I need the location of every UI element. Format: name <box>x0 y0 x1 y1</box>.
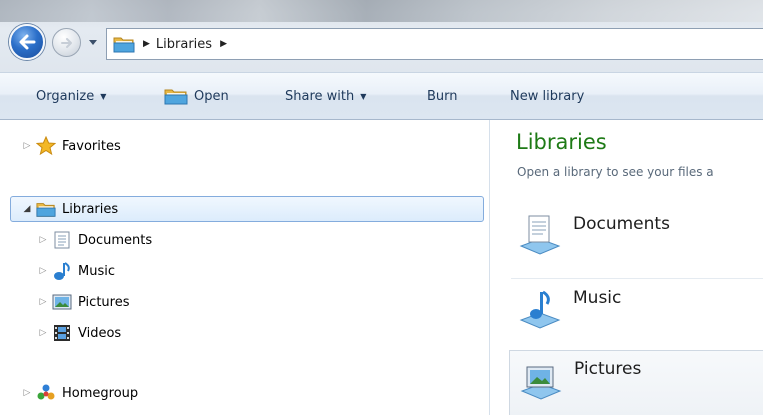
page-subtitle: Open a library to see your files a <box>517 165 714 179</box>
back-arrow-icon <box>19 34 36 50</box>
expand-arrow-icon[interactable]: ▷ <box>38 328 48 338</box>
breadcrumb-separator-icon[interactable]: ▶ <box>220 39 227 49</box>
library-label-documents: Documents <box>573 214 670 234</box>
command-bar: Organize ▼ Open Share with ▼ Burn New li… <box>0 72 763 120</box>
libraries-folder-icon <box>164 89 188 105</box>
tree-label-pictures: Pictures <box>78 294 130 310</box>
tree-item-videos[interactable]: ▷ Videos <box>38 322 121 344</box>
divider <box>511 278 763 279</box>
address-bar-region: ▶ Libraries ▶ <box>0 0 763 72</box>
library-tile-documents[interactable]: Documents <box>509 206 763 274</box>
library-tile-music[interactable]: Music <box>509 280 763 348</box>
open-button[interactable]: Open <box>164 73 229 119</box>
expand-arrow-icon[interactable]: ▷ <box>22 141 32 151</box>
tree-item-homegroup[interactable]: ▷ Homegroup <box>22 382 138 404</box>
navigation-pane: ▷ Favorites ◢ Libraries ▷ Documents ▷ Mu… <box>0 120 490 415</box>
breadcrumb-separator-icon[interactable]: ▶ <box>143 39 150 49</box>
chevron-down-icon <box>89 40 97 45</box>
share-with-label: Share with <box>285 88 355 104</box>
music-library-icon <box>519 286 561 330</box>
tree-label-favorites: Favorites <box>62 138 121 154</box>
burn-label: Burn <box>427 88 458 104</box>
window-title-strip <box>0 0 763 22</box>
recent-pages-dropdown[interactable] <box>86 36 100 50</box>
breadcrumb-libraries[interactable]: Libraries <box>156 37 212 52</box>
tree-label-music: Music <box>78 263 115 279</box>
libraries-folder-icon <box>36 199 56 219</box>
tree-item-music[interactable]: ▷ Music <box>38 260 115 282</box>
new-library-label: New library <box>510 88 585 104</box>
library-label-music: Music <box>573 288 622 308</box>
burn-button[interactable]: Burn <box>427 73 458 119</box>
expand-arrow-icon[interactable]: ▷ <box>38 297 48 307</box>
share-with-button[interactable]: Share with ▼ <box>285 73 366 119</box>
music-note-icon <box>52 261 72 281</box>
tree-item-libraries[interactable]: ◢ Libraries <box>22 198 118 220</box>
open-label: Open <box>194 88 229 104</box>
tree-item-favorites[interactable]: ▷ Favorites <box>22 135 121 157</box>
forward-arrow-icon <box>60 37 72 48</box>
organize-label: Organize <box>36 88 95 104</box>
address-box[interactable]: ▶ Libraries ▶ <box>106 28 763 60</box>
film-strip-icon <box>52 323 72 343</box>
tree-label-homegroup: Homegroup <box>62 385 139 401</box>
document-icon <box>52 230 72 250</box>
forward-button[interactable] <box>52 28 81 57</box>
expand-arrow-icon[interactable]: ▷ <box>22 388 32 398</box>
back-button[interactable] <box>9 24 45 60</box>
expand-arrow-icon[interactable]: ▷ <box>38 235 48 245</box>
new-library-button[interactable]: New library <box>510 73 584 119</box>
library-tile-pictures[interactable]: Pictures <box>509 350 763 415</box>
tree-label-libraries: Libraries <box>62 201 119 217</box>
tree-item-pictures[interactable]: ▷ Pictures <box>38 291 129 313</box>
content-pane: Libraries Open a library to see your fil… <box>491 120 763 415</box>
tree-item-documents[interactable]: ▷ Documents <box>38 229 152 251</box>
tree-label-videos: Videos <box>78 325 122 341</box>
tree-label-documents: Documents <box>78 232 153 248</box>
homegroup-icon <box>36 383 56 403</box>
chevron-down-icon: ▼ <box>360 91 367 101</box>
libraries-folder-icon <box>113 37 135 53</box>
documents-library-icon <box>519 212 561 256</box>
expand-arrow-icon[interactable]: ▷ <box>38 266 48 276</box>
collapse-arrow-icon[interactable]: ◢ <box>22 204 32 214</box>
page-title: Libraries <box>516 130 607 154</box>
library-label-pictures: Pictures <box>574 359 642 379</box>
star-icon <box>36 136 56 156</box>
organize-button[interactable]: Organize ▼ <box>36 73 106 119</box>
pictures-library-icon <box>520 357 562 401</box>
chevron-down-icon: ▼ <box>100 91 107 101</box>
picture-icon <box>52 292 72 312</box>
